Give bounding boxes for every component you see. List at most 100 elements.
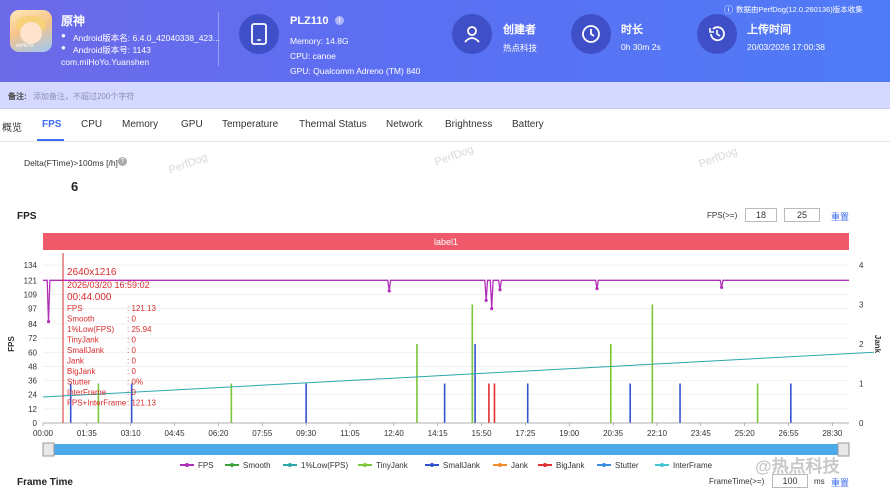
tab-overview[interactable]: 概览: [2, 119, 22, 134]
tab-cpu[interactable]: CPU: [81, 119, 102, 130]
clock-icon: [571, 14, 611, 54]
tooltip-row-key: TinyJank: [67, 336, 100, 345]
scroll-handle-left[interactable]: [42, 442, 55, 457]
tooltip-row-key: InterFrame: [67, 388, 107, 397]
x-tick-label: 11:05: [340, 429, 360, 438]
note-label: 备注:: [8, 92, 27, 101]
legend-item[interactable]: 1%Low(FPS): [301, 461, 348, 470]
legend-item[interactable]: Jank: [511, 461, 529, 470]
x-tick-label: 01:35: [77, 429, 98, 438]
note-input[interactable]: 添加备注，不超过200个字符: [33, 91, 134, 102]
y-tick-label: 72: [28, 334, 37, 343]
tooltip-row-value: : 25.94: [127, 325, 152, 334]
tab-battery[interactable]: Battery: [512, 119, 544, 130]
fps-reset-button[interactable]: 重置: [831, 210, 849, 223]
watermark: PerfDog: [433, 143, 476, 169]
duration-value: 0h 30m 2s: [621, 42, 661, 52]
tab-fps[interactable]: FPS: [42, 119, 61, 130]
package-name: com.miHoYo.Yuanshen: [61, 57, 150, 67]
delta-value: 6: [71, 179, 79, 194]
x-tick-label: 23:45: [691, 429, 712, 438]
footer-watermark: @热点科技: [755, 457, 840, 476]
scroll-handle-right[interactable]: [837, 442, 850, 457]
legend-item[interactable]: Stutter: [615, 461, 639, 470]
upload-label: 上传时间: [747, 24, 791, 36]
user-icon: [452, 14, 492, 54]
creator-label: 创建者: [503, 24, 536, 36]
y-tick-label: 109: [24, 290, 38, 299]
tooltip-row-key: BigJank: [67, 367, 96, 376]
legend-item[interactable]: TinyJank: [376, 461, 409, 470]
tooltip-row-value: : 0%: [127, 378, 143, 387]
tooltip-row-key: FPS+InterFrame: [67, 399, 127, 408]
divider: [218, 12, 219, 66]
x-tick-label: 00:00: [33, 429, 54, 438]
x-tick-label: 26:55: [779, 429, 800, 438]
tooltip-date: 2026/03/20 16:59:02: [67, 280, 150, 290]
device-gpu: GPU: Qualcomm Adreno (TM) 840: [290, 66, 421, 76]
android-version: Android版本名: 6.4.0_42040338_423...: [73, 33, 220, 43]
tooltip-row-key: SmallJank: [67, 346, 105, 355]
delta-label: Delta(FTime)>100ms [/h]: [24, 158, 118, 168]
tooltip-resolution: 2640x1216: [67, 267, 117, 278]
legend-marker: [543, 463, 547, 467]
fps-threshold-label: FPS(>=): [707, 211, 738, 220]
legend-marker: [185, 463, 189, 467]
creator-value: 热点科技: [503, 43, 538, 53]
fps-dip-point: [595, 286, 599, 291]
tooltip-row-key: 1%Low(FPS): [67, 325, 114, 334]
tooltip-time: 00:44.000: [67, 292, 112, 303]
help-icon[interactable]: ?: [118, 157, 127, 166]
legend-marker: [288, 463, 292, 467]
y2-tick-label: 1: [859, 380, 864, 389]
tab-temperature[interactable]: Temperature: [222, 119, 278, 130]
tab-memory[interactable]: Memory: [122, 119, 158, 130]
app-name: 原神: [61, 14, 86, 28]
tab-gpu[interactable]: GPU: [181, 119, 203, 130]
legend-marker: [602, 463, 606, 467]
low1-line: [42, 351, 874, 398]
fps-threshold-2-input[interactable]: 25: [784, 208, 820, 222]
legend-marker: [498, 463, 502, 467]
frametime-unit: ms: [814, 477, 825, 486]
legend-item[interactable]: Smooth: [243, 461, 271, 470]
y2-axis-label: Jank: [873, 335, 882, 354]
active-tab-indicator: [37, 139, 64, 141]
y2-tick-label: 0: [859, 419, 864, 428]
data-source: 数据由PerfDog(12.0.260136)版本收集: [736, 5, 863, 14]
x-tick-label: 14:15: [428, 429, 449, 438]
y2-tick-label: 2: [859, 340, 864, 349]
fps-dip-point: [498, 288, 502, 292]
y-tick-label: 24: [28, 391, 37, 400]
legend-marker: [430, 463, 434, 467]
tooltip-row-key: FPS: [67, 304, 83, 313]
phone-icon: [239, 14, 279, 54]
device-name: PLZ110: [290, 15, 329, 27]
frametime-threshold-label: FrameTime(>=): [709, 477, 765, 486]
x-tick-label: 06:20: [208, 429, 229, 438]
y-tick-label: 60: [28, 348, 37, 357]
frametime-reset-button[interactable]: 重置: [831, 476, 849, 489]
tab-bar: 概览 FPS CPU Memory GPU Temperature Therma…: [0, 110, 890, 142]
tab-brightness[interactable]: Brightness: [445, 119, 492, 130]
range-scrollbar[interactable]: [43, 444, 849, 455]
fps-threshold-1-input[interactable]: 18: [745, 208, 777, 222]
x-tick-label: 15:50: [472, 429, 493, 438]
tab-network[interactable]: Network: [386, 119, 423, 130]
info-icon[interactable]: i: [335, 16, 344, 25]
fps-dip-point: [46, 319, 51, 324]
fps-dip-point: [719, 285, 724, 290]
legend-item[interactable]: InterFrame: [673, 461, 713, 470]
tooltip-row-value: : 0: [127, 336, 136, 345]
tooltip-row-key: Jank: [67, 357, 85, 366]
history-icon: [697, 14, 737, 54]
tab-thermal-status[interactable]: Thermal Status: [299, 119, 367, 130]
app-icon: miHoYo: [10, 10, 52, 52]
legend-item[interactable]: BigJank: [556, 461, 585, 470]
tooltip-row-value: : 0: [127, 388, 136, 397]
note-bar: 备注: 添加备注，不超过200个字符: [0, 82, 890, 109]
legend-item[interactable]: SmallJank: [443, 461, 481, 470]
x-tick-label: 09:30: [296, 429, 317, 438]
legend-item[interactable]: FPS: [198, 461, 214, 470]
legend-marker: [230, 463, 234, 467]
